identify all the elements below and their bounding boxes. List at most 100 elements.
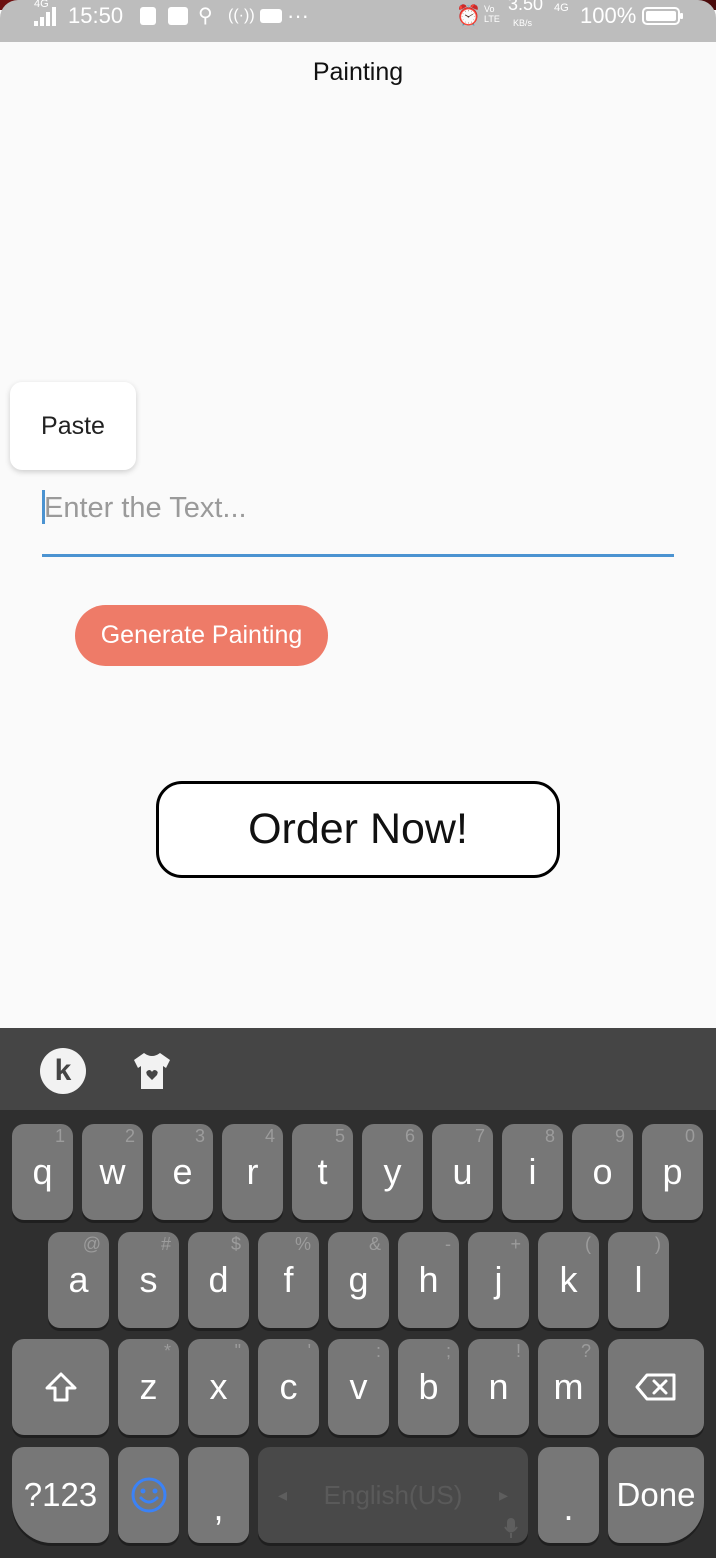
key-s[interactable]: # s — [118, 1232, 179, 1328]
usb-icon: ⚲ — [198, 5, 213, 27]
microphone-icon — [504, 1518, 518, 1538]
more-icon: ··· — [287, 3, 309, 28]
key-d[interactable]: $ d — [188, 1232, 249, 1328]
theme-shirt-icon[interactable] — [130, 1050, 174, 1092]
backspace-key[interactable] — [608, 1339, 704, 1435]
key-n[interactable]: ! n — [468, 1339, 529, 1435]
battery-percent: 100% — [580, 3, 637, 28]
space-language-label: English(US) — [323, 1479, 463, 1510]
key-hint: $ — [230, 1234, 241, 1254]
key-t[interactable]: 5t — [292, 1124, 353, 1220]
shift-key[interactable] — [12, 1339, 109, 1435]
key-label: f — [283, 1259, 294, 1300]
key-a[interactable]: @ a — [48, 1232, 109, 1328]
key-label: y — [383, 1151, 402, 1192]
done-key[interactable]: Done — [608, 1447, 704, 1543]
key-hint: * — [163, 1341, 171, 1361]
key-label: h — [418, 1259, 439, 1300]
key-hint: ; — [445, 1341, 451, 1361]
order-now-button[interactable]: Order Now! — [156, 781, 560, 878]
paste-menu-item[interactable]: Paste — [10, 382, 136, 470]
key-hint: ( — [585, 1234, 591, 1254]
space-key[interactable]: ◂ English(US) ▸ — [258, 1447, 528, 1543]
key-u[interactable]: 7u — [432, 1124, 493, 1220]
backspace-icon — [635, 1373, 676, 1401]
key-e[interactable]: 3e — [152, 1124, 213, 1220]
key-c[interactable]: ' c — [258, 1339, 319, 1435]
prompt-text-input[interactable] — [44, 488, 664, 528]
key-label: v — [349, 1366, 368, 1407]
key-g[interactable]: & g — [328, 1232, 389, 1328]
key-label: k — [559, 1259, 578, 1300]
key-l[interactable]: ) l — [608, 1232, 669, 1328]
key-w[interactable]: 2w — [82, 1124, 143, 1220]
battery-icon — [642, 7, 683, 25]
period-key[interactable]: . — [538, 1447, 599, 1543]
key-x[interactable]: " x — [188, 1339, 249, 1435]
key-label: q — [32, 1151, 53, 1192]
soft-keyboard: k 1q2w3e4r5t6y7u8i9o0p @ a # s $ d% f & g - h + j(k)… — [0, 1028, 716, 1558]
key-label: z — [139, 1366, 158, 1407]
key-hint: & — [368, 1234, 381, 1254]
key-hint: ? — [580, 1341, 591, 1361]
key-y[interactable]: 6y — [362, 1124, 423, 1220]
key-i[interactable]: 8i — [502, 1124, 563, 1220]
key-hint: 0 — [684, 1126, 695, 1146]
key-label: n — [488, 1366, 509, 1407]
key-label: e — [172, 1151, 193, 1192]
key-r[interactable]: 4r — [222, 1124, 283, 1220]
key-hint: 7 — [474, 1126, 485, 1146]
key-q[interactable]: 1q — [12, 1124, 73, 1220]
generate-painting-button[interactable]: Generate Painting — [75, 605, 328, 666]
key-label: l — [634, 1259, 643, 1300]
shift-icon — [45, 1372, 76, 1402]
key-label: c — [279, 1366, 298, 1407]
key-label: o — [592, 1151, 613, 1192]
key-label: i — [528, 1151, 537, 1192]
sim-check-icon — [140, 7, 156, 25]
key-label: j — [494, 1259, 503, 1300]
key-label: m — [553, 1366, 584, 1407]
key-hint: 9 — [614, 1126, 625, 1146]
key-z[interactable]: * z — [118, 1339, 179, 1435]
status-time: 15:50 — [68, 3, 124, 28]
key-hint: @ — [82, 1234, 101, 1254]
hotspot-icon: ((·)) — [228, 7, 255, 24]
key-hint: 3 — [194, 1126, 205, 1146]
key-j[interactable]: + j — [468, 1232, 529, 1328]
keyboard-logo-icon[interactable]: k — [40, 1048, 86, 1094]
key-h[interactable]: -h — [398, 1232, 459, 1328]
symbols-key[interactable]: ?123 — [12, 1447, 109, 1543]
key-hint: ' — [307, 1341, 311, 1361]
key-label: d — [208, 1259, 229, 1300]
key-hint: 6 — [404, 1126, 415, 1146]
key-hint: " — [234, 1341, 241, 1361]
signal-icon — [34, 6, 58, 26]
key-label: u — [452, 1151, 473, 1192]
text-input-container[interactable] — [42, 480, 674, 557]
network-speed-unit: KB/s — [513, 18, 533, 28]
key-hint: % — [294, 1234, 311, 1254]
key-m[interactable]: ? m — [538, 1339, 599, 1435]
key-label: s — [139, 1259, 158, 1300]
key-k[interactable]: (k — [538, 1232, 599, 1328]
comma-key[interactable]: , — [188, 1447, 249, 1543]
key-label: t — [317, 1151, 328, 1192]
key-hint: 2 — [124, 1126, 135, 1146]
key-label: r — [246, 1151, 259, 1192]
key-f[interactable]: % f — [258, 1232, 319, 1328]
key-label: p — [662, 1151, 683, 1192]
key-o[interactable]: 9o — [572, 1124, 633, 1220]
key-p[interactable]: 0p — [642, 1124, 703, 1220]
page-title: Painting — [312, 58, 404, 86]
volte-icon: Vo LTE — [484, 4, 500, 24]
key-v[interactable]: :v — [328, 1339, 389, 1435]
alarm-icon: ⏰ — [456, 5, 481, 27]
network-type-2: 4G — [554, 2, 569, 14]
key-hint: : — [375, 1341, 381, 1361]
key-hint: 8 — [544, 1126, 555, 1146]
key-b[interactable]: ; b — [398, 1339, 459, 1435]
emoji-icon — [131, 1477, 166, 1513]
emoji-key[interactable] — [118, 1447, 179, 1543]
key-hint: - — [445, 1234, 451, 1254]
